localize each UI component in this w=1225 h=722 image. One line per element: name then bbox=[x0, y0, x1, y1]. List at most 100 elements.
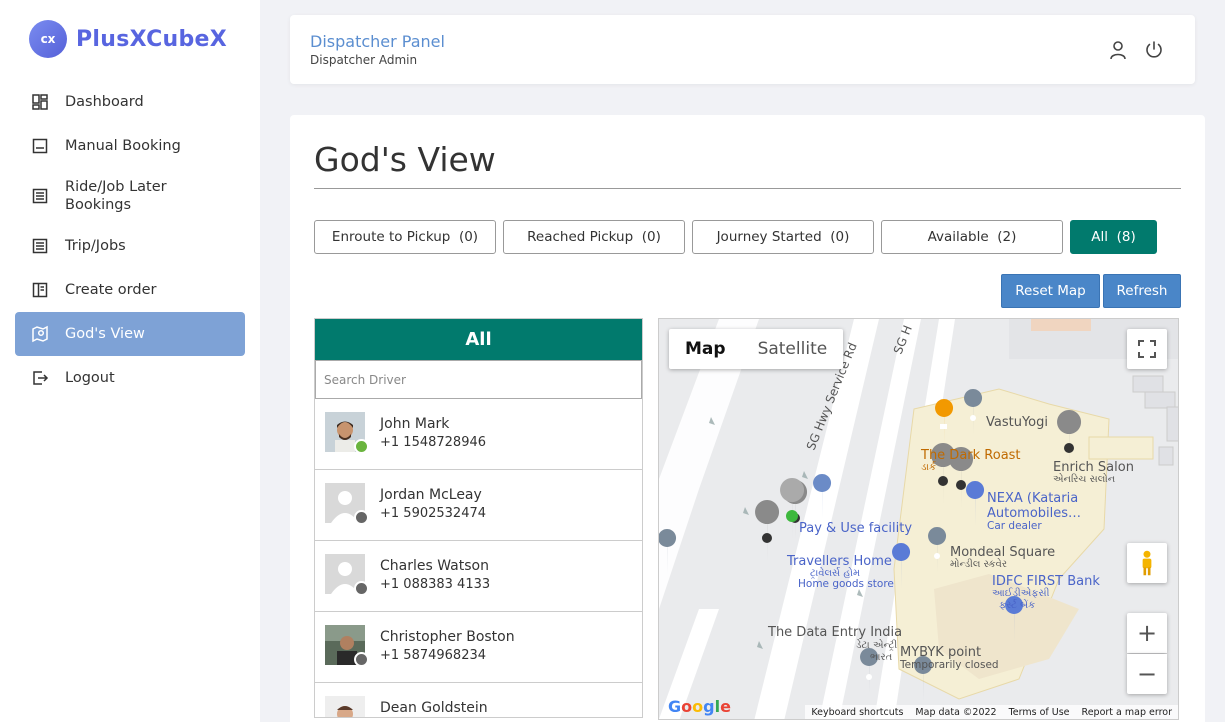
filter-available[interactable]: Available (2) bbox=[881, 220, 1063, 254]
poi-label: The Dark Roast bbox=[921, 448, 1021, 463]
refresh-button[interactable]: Refresh bbox=[1103, 274, 1181, 308]
driver-row[interactable]: Jordan McLeay +1 5902532474 bbox=[315, 470, 642, 541]
zoom-out-button[interactable]: − bbox=[1127, 654, 1167, 694]
sidebar-item-label: Manual Booking bbox=[65, 138, 181, 154]
filter-all[interactable]: All (8) bbox=[1070, 220, 1157, 254]
sidebar-item-dashboard[interactable]: Dashboard bbox=[15, 80, 245, 124]
poi-label: The Data Entry India bbox=[768, 625, 903, 640]
driver-list-panel: All John Mark +1 1548728946 Jordan McLea… bbox=[314, 318, 643, 718]
map-type-satellite-button[interactable]: Satellite bbox=[742, 329, 844, 369]
fullscreen-icon bbox=[1138, 340, 1156, 358]
map-view[interactable]: SG Hwy Service Rd SG H VastuYogi The Dar… bbox=[658, 318, 1179, 720]
poi-label: Mondeal Square bbox=[950, 545, 1056, 560]
poi-label-local: ભારત bbox=[870, 652, 893, 663]
sidebar-item-label: Ride/Job Later Bookings bbox=[65, 179, 167, 213]
sidebar-item-manual-booking[interactable]: Manual Booking bbox=[15, 124, 245, 168]
brand[interactable]: cx PlusXCubeX bbox=[29, 20, 227, 58]
brand-name: PlusXCubeX bbox=[76, 26, 228, 52]
poi-label: Pay & Use facility bbox=[799, 521, 913, 536]
map-type-map-button[interactable]: Map bbox=[669, 329, 742, 369]
poi-label: IDFC FIRST Bank bbox=[992, 574, 1100, 589]
search-driver-input[interactable] bbox=[315, 360, 642, 399]
sidebar: cx PlusXCubeX Dashboard Manual Booking R… bbox=[0, 0, 260, 722]
driver-row[interactable]: Christopher Boston +1 5874968234 bbox=[315, 612, 642, 683]
user-icon[interactable] bbox=[1107, 39, 1129, 61]
driver-phone: +1 088383 4133 bbox=[380, 577, 491, 592]
filter-label: Journey Started bbox=[716, 229, 822, 245]
filter-label: Enroute to Pickup bbox=[331, 229, 451, 245]
fullscreen-button[interactable] bbox=[1127, 329, 1167, 369]
status-indicator bbox=[354, 581, 369, 596]
sidebar-nav: Dashboard Manual Booking Ride/Job Later … bbox=[15, 80, 245, 400]
sidebar-item-label: Create order bbox=[65, 282, 157, 298]
filter-label: All bbox=[1091, 229, 1109, 245]
keyboard-shortcuts-link[interactable]: Keyboard shortcuts bbox=[805, 707, 909, 718]
street-view-pegman[interactable] bbox=[1127, 543, 1167, 583]
sidebar-item-logout[interactable]: Logout bbox=[15, 356, 245, 400]
avatar bbox=[325, 696, 365, 717]
terms-link[interactable]: Terms of Use bbox=[1003, 707, 1076, 718]
title-divider bbox=[314, 188, 1181, 189]
booking-icon bbox=[31, 137, 49, 155]
filter-label: Reached Pickup bbox=[527, 229, 634, 245]
logout-icon bbox=[31, 369, 49, 387]
driver-name: Charles Watson bbox=[380, 558, 489, 574]
sidebar-item-label: Trip/Jobs bbox=[65, 238, 126, 254]
google-logo[interactable]: Google bbox=[668, 697, 731, 716]
map-icon bbox=[31, 325, 49, 343]
sidebar-item-label: Logout bbox=[65, 370, 115, 386]
map-type-control: Map Satellite bbox=[669, 329, 844, 369]
poi-label-local: ફર્સ્ટ બેંક bbox=[999, 600, 1036, 611]
driver-name: Christopher Boston bbox=[380, 629, 515, 645]
filter-enroute-to-pickup[interactable]: Enroute to Pickup (0) bbox=[314, 220, 496, 254]
sidebar-item-ride-later[interactable]: Ride/Job Later Bookings bbox=[15, 168, 245, 224]
driver-name: Dean Goldstein bbox=[380, 700, 488, 716]
poi-label: Travellers Home bbox=[787, 554, 892, 569]
page-title: God's View bbox=[314, 140, 496, 179]
sidebar-item-trip-jobs[interactable]: Trip/Jobs bbox=[15, 224, 245, 268]
driver-name: Jordan McLeay bbox=[380, 487, 482, 503]
power-icon[interactable] bbox=[1143, 39, 1165, 61]
driver-phone: +1 5874968234 bbox=[380, 648, 487, 663]
poi-label-sub: Car dealer bbox=[987, 520, 1042, 532]
map-data-text: Map data ©2022 bbox=[915, 706, 997, 718]
driver-row[interactable]: Charles Watson +1 088383 4133 bbox=[315, 541, 642, 612]
order-icon bbox=[31, 281, 49, 299]
sidebar-item-label: God's View bbox=[65, 326, 145, 342]
reset-map-button[interactable]: Reset Map bbox=[1001, 274, 1100, 308]
panel-subtitle: Dispatcher Admin bbox=[310, 53, 418, 67]
status-indicator bbox=[354, 652, 369, 667]
filter-label: Available bbox=[927, 229, 989, 245]
poi-label-sub: Home goods store bbox=[798, 578, 894, 590]
poi-label-sub: Temporarily closed bbox=[900, 659, 999, 671]
filter-count: (8) bbox=[1116, 229, 1136, 245]
sidebar-item-gods-view[interactable]: God's View bbox=[15, 312, 245, 356]
sidebar-item-label: Dashboard bbox=[65, 94, 144, 110]
main-card: God's View Enroute to Pickup (0) Reached… bbox=[290, 115, 1205, 722]
driver-row[interactable]: Dean Goldstein bbox=[315, 683, 642, 717]
pegman-icon bbox=[1142, 550, 1152, 576]
status-indicator bbox=[354, 439, 369, 454]
poi-label-local: આઈડીએફસી bbox=[992, 588, 1050, 599]
poi-label: Enrich Salon bbox=[1053, 460, 1134, 475]
filter-journey-started[interactable]: Journey Started (0) bbox=[692, 220, 874, 254]
driver-phone: +1 1548728946 bbox=[380, 435, 487, 450]
sidebar-item-create-order[interactable]: Create order bbox=[15, 268, 245, 312]
poi-label: VastuYogi bbox=[986, 415, 1048, 430]
poi-label-local: મોન્ડીલ સ્કવેર bbox=[950, 559, 1008, 570]
list-icon bbox=[31, 187, 49, 205]
poi-label: MYBYK point bbox=[900, 645, 982, 660]
poi-label-local: એનરિચ સલોન bbox=[1053, 474, 1116, 485]
status-indicator bbox=[354, 510, 369, 525]
top-header: Dispatcher Panel Dispatcher Admin bbox=[290, 15, 1195, 84]
report-error-link[interactable]: Report a map error bbox=[1076, 707, 1178, 718]
driver-name: John Mark bbox=[380, 416, 450, 432]
zoom-in-button[interactable]: + bbox=[1127, 613, 1167, 653]
poi-label-local: ડાર્ક bbox=[921, 462, 936, 473]
driver-list-heading: All bbox=[315, 319, 642, 360]
driver-row[interactable]: John Mark +1 1548728946 bbox=[315, 399, 642, 470]
driver-phone: +1 5902532474 bbox=[380, 506, 487, 521]
filter-reached-pickup[interactable]: Reached Pickup (0) bbox=[503, 220, 685, 254]
dashboard-icon bbox=[31, 93, 49, 111]
poi-label: NEXA (Kataria bbox=[987, 491, 1079, 506]
